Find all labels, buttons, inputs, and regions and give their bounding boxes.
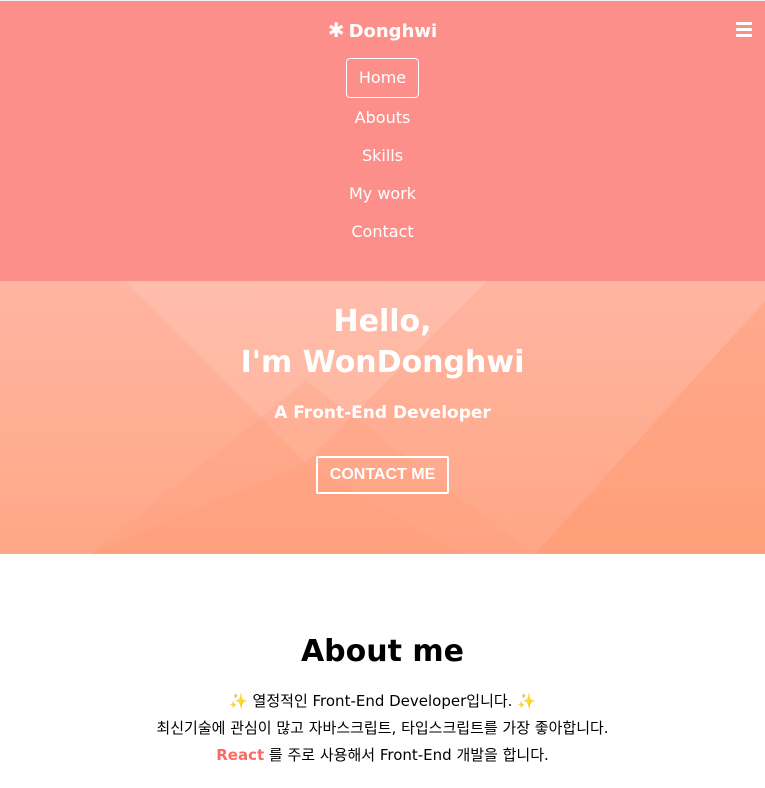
home-title-line1: Hello, (333, 304, 432, 339)
home-title: Hello, I'm WonDonghwi (0, 301, 765, 383)
menu-item-home[interactable]: Home (345, 58, 420, 98)
asterisk-icon: ✱ (327, 18, 345, 42)
about-line-1: ✨ 열정적인 Front-End Developer입니다. ✨ (229, 692, 536, 710)
about-line-3-text: 를 주로 사용해서 Front-End 개발을 합니다. (264, 746, 549, 764)
navbar-menu: Home Abouts Skills My work Contact (0, 58, 765, 250)
logo-text: Donghwi (348, 21, 438, 42)
about-description: ✨ 열정적인 Front-End Developer입니다. ✨ 최신기술에 관… (0, 688, 765, 769)
menu-item-contact[interactable]: Contact (338, 212, 426, 250)
contact-me-button[interactable]: CONTACT ME (316, 456, 449, 494)
about-line-3: React 를 주로 사용해서 Front-End 개발을 합니다. (0, 742, 765, 769)
menu-item-my-work[interactable]: My work (336, 174, 429, 212)
react-highlight: React (216, 746, 265, 764)
home-title-line2: I'm WonDonghwi (240, 345, 525, 380)
home-section: Hello, I'm WonDonghwi A Front-End Develo… (0, 281, 765, 554)
about-section: About me ✨ 열정적인 Front-End Developer입니다. … (0, 554, 765, 769)
hamburger-menu-icon[interactable] (736, 17, 752, 41)
menu-item-abouts[interactable]: Abouts (342, 98, 424, 136)
navbar: ✱ Donghwi Home Abouts Skills My work Cont… (0, 0, 765, 281)
home-subtitle: A Front-End Developer (274, 403, 491, 423)
menu-item-skills[interactable]: Skills (349, 136, 416, 174)
about-line-2: 최신기술에 관심이 많고 자바스크립트, 타입스크립트를 가장 좋아합니다. (156, 719, 609, 737)
navbar-logo[interactable]: ✱ Donghwi (0, 18, 765, 44)
about-title: About me (300, 634, 465, 669)
